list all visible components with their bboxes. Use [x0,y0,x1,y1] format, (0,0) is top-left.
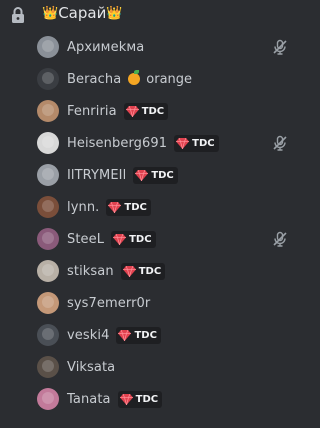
member-name: Tanata [67,391,111,407]
voice-member[interactable]: Tanata TDC [34,384,304,414]
avatar [37,36,59,58]
avatar [37,196,59,218]
clan-tag[interactable]: TDC [120,262,166,280]
muted-mic-icon [272,135,288,151]
clan-tag-label: TDC [138,265,162,277]
avatar [37,356,59,378]
voice-member[interactable]: lynn. TDC [34,192,304,222]
clan-tag[interactable]: TDC [123,102,169,120]
member-name: lynn. [67,199,100,215]
gem-icon [135,169,149,181]
gem-icon [125,105,139,117]
gem-icon [118,329,132,341]
avatar [37,228,59,250]
member-name: veski4 [67,327,110,343]
channel-title: Сарай [58,4,107,22]
clan-tag[interactable]: TDC [106,198,151,216]
member-name: Viksata [67,359,116,375]
member-name: Арxимekма [67,39,145,55]
clan-tag-label: TDC [135,393,159,405]
clan-tag[interactable]: TDC [117,390,163,408]
member-name: sys7emerr0r [67,295,151,311]
channel-name: 👑Сарай👑 [42,4,123,22]
voice-member[interactable]: Fenriria TDC [34,96,304,126]
avatar [37,100,59,122]
member-status-text: orange [146,71,193,87]
lock-icon [12,7,24,23]
clan-tag-label: TDC [129,233,152,245]
voice-member[interactable]: sys7emerr0r [34,288,304,318]
avatar [37,324,59,346]
avatar [37,388,59,410]
orange-icon [128,70,141,85]
member-name: Beracha [67,71,122,87]
voice-member[interactable]: SteeL TDC [34,224,304,254]
clan-tag-label: TDC [151,169,174,181]
clan-tag[interactable]: TDC [133,166,178,184]
crown-icon: 👑 [106,6,123,21]
avatar [37,68,59,90]
voice-member[interactable]: Heisenberg691 TDC [34,128,304,158]
gem-icon [122,265,136,277]
voice-member[interactable]: stiksan TDC [34,256,304,286]
member-name: Heisenberg691 [67,135,168,151]
member-name: Fenriria [67,103,117,119]
avatar [37,260,59,282]
member-name: SteeL [67,231,105,247]
member-name: IlTRYMEIl [67,167,127,183]
crown-icon: 👑 [42,6,59,21]
clan-tag[interactable]: TDC [174,134,219,152]
clan-tag-label: TDC [192,137,215,149]
member-name: stiksan [67,263,114,279]
voice-member[interactable]: Viksata [34,352,304,382]
gem-icon [119,393,133,405]
clan-tag[interactable]: TDC [111,230,156,248]
gem-icon [113,233,127,245]
muted-mic-icon [272,39,288,55]
clan-tag-label: TDC [134,329,157,341]
voice-member[interactable]: Арxимekма [34,32,304,62]
voice-member[interactable]: Beracha orange [34,64,304,94]
gem-icon [176,137,190,149]
muted-mic-icon [272,231,288,247]
voice-member[interactable]: veski4 TDC [34,320,304,350]
gem-icon [108,201,122,213]
voice-channel-header[interactable]: 👑Сарай👑 [0,0,309,28]
clan-tag[interactable]: TDC [116,326,161,344]
avatar [37,292,59,314]
voice-member[interactable]: IlTRYMEIl TDC [34,160,304,190]
clan-tag-label: TDC [141,105,165,117]
avatar [37,164,59,186]
avatar [37,132,59,154]
clan-tag-label: TDC [124,201,147,213]
